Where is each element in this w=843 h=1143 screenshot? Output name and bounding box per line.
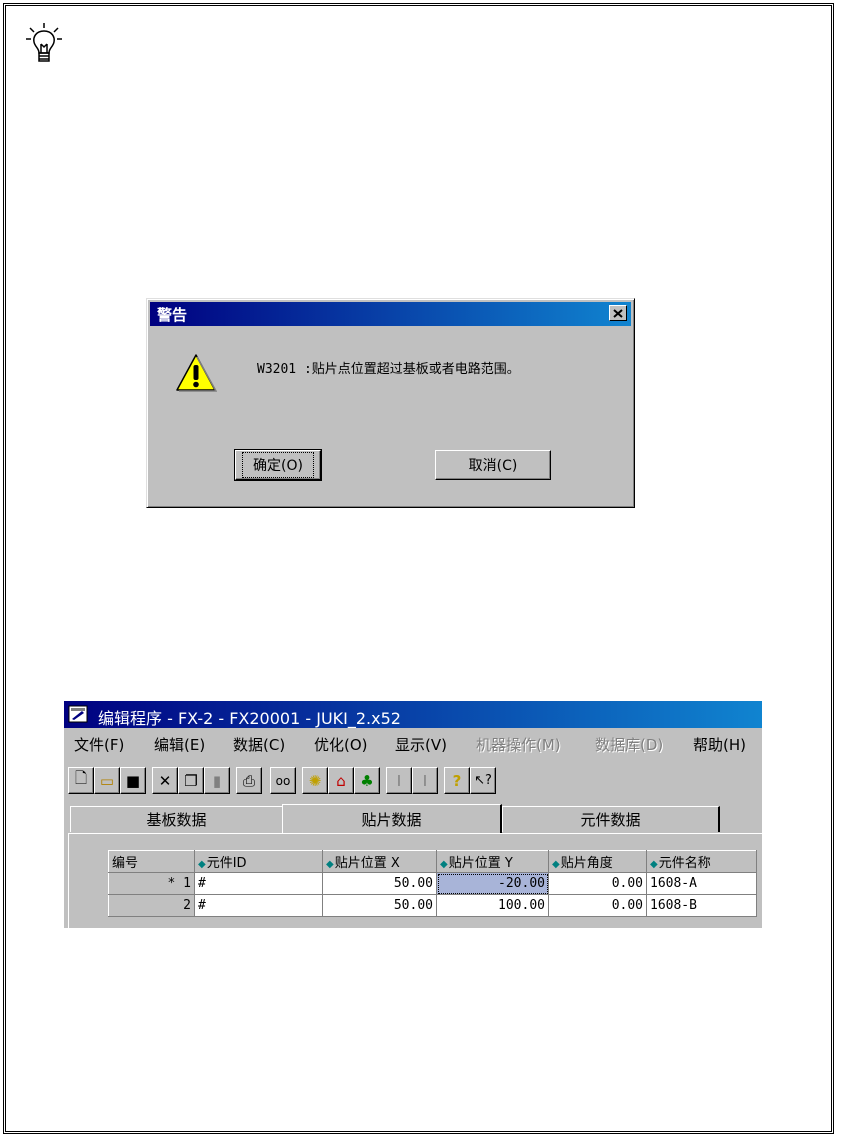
- menu-bar: 文件(F) 编辑(E) 数据(C) 优化(O) 显示(V) 机器操作(M) 数据…: [64, 730, 762, 756]
- sort-icon: ◆: [552, 859, 560, 870]
- delete-button[interactable]: ✕: [152, 767, 178, 794]
- find-button[interactable]: oo: [270, 767, 296, 794]
- col-header-component-name[interactable]: ◆元件名称: [646, 850, 757, 873]
- shapes-icon: ♣: [360, 771, 374, 790]
- col-header-number[interactable]: 编号: [108, 850, 195, 873]
- table-row: 2 # 50.00 100.00 0.00 1608-B: [108, 894, 757, 917]
- row-number[interactable]: 2: [108, 894, 195, 917]
- sort-icon: ◆: [198, 859, 206, 870]
- cell-component-name[interactable]: 1608-B: [646, 894, 757, 917]
- tool-button-1: Ⅰ: [386, 767, 412, 794]
- placement-grid: 编号 ◆元件ID ◆贴片位置 X ◆贴片位置 Y ◆贴片角度 ◆元件名称 * 1…: [108, 850, 757, 917]
- edit-program-window: 编辑程序 - FX-2 - FX20001 - JUKI_2.x52 文件(F)…: [64, 701, 762, 928]
- tab-component-data[interactable]: 元件数据: [502, 806, 720, 832]
- copy-icon: ❐: [184, 771, 198, 790]
- paste-icon: ▮: [212, 771, 222, 790]
- close-icon: [613, 308, 623, 318]
- open-button[interactable]: ▭: [94, 767, 120, 794]
- optimize-button[interactable]: ⌂: [328, 767, 354, 794]
- window-titlebar[interactable]: 编辑程序 - FX-2 - FX20001 - JUKI_2.x52: [64, 701, 762, 728]
- toolbar: 🗋 ▭ ■ ✕ ❐ ▮ ⎙ oo ✺ ⌂ ♣ Ⅰ Ⅰ ? ↖?: [64, 764, 762, 798]
- tab-strip: 基板数据 贴片数据 元件数据: [64, 804, 762, 834]
- lightbulb-icon: [26, 23, 62, 62]
- warning-dialog: 警告 W3201 :贴片点位置超过基板或者电路范围。 确定(O) 取消(C): [146, 298, 635, 508]
- window-title: 编辑程序 - FX-2 - FX20001 - JUKI_2.x52: [98, 709, 401, 728]
- help-button[interactable]: ?: [444, 767, 470, 794]
- menu-optimize[interactable]: 优化(O): [314, 734, 368, 755]
- paste-button: ▮: [204, 767, 230, 794]
- close-button[interactable]: [609, 305, 627, 321]
- sort-icon: ◆: [440, 859, 448, 870]
- sort-icon: ◆: [326, 859, 334, 870]
- cell-pos-y-selected[interactable]: -20.00: [436, 872, 549, 895]
- cell-pos-x[interactable]: 50.00: [322, 872, 437, 895]
- print-button[interactable]: ⎙: [236, 767, 262, 794]
- teach-button[interactable]: ✺: [302, 767, 328, 794]
- cell-component-id[interactable]: #: [194, 872, 323, 895]
- grid-header-row: 编号 ◆元件ID ◆贴片位置 X ◆贴片位置 Y ◆贴片角度 ◆元件名称: [108, 850, 757, 873]
- menu-help[interactable]: 帮助(H): [693, 734, 746, 755]
- open-folder-icon: ▭: [99, 771, 115, 790]
- new-file-icon: 🗋: [74, 769, 88, 787]
- delete-icon: ✕: [158, 771, 172, 790]
- i-beam-icon: Ⅰ: [396, 771, 402, 790]
- dialog-title: 警告: [157, 306, 188, 324]
- optimize-icon: ⌂: [336, 771, 346, 790]
- dialog-titlebar[interactable]: 警告: [150, 302, 631, 326]
- menu-edit[interactable]: 编辑(E): [154, 734, 205, 755]
- table-row: * 1 # 50.00 -20.00 0.00 1608-A: [108, 872, 757, 895]
- binoculars-icon: oo: [275, 773, 291, 788]
- tab-placement-data[interactable]: 贴片数据: [282, 804, 502, 834]
- context-help-button[interactable]: ↖?: [470, 767, 496, 794]
- cancel-button[interactable]: 取消(C): [435, 450, 551, 480]
- sort-icon: ◆: [650, 859, 658, 870]
- save-button[interactable]: ■: [120, 767, 146, 794]
- col-header-pos-y[interactable]: ◆贴片位置 Y: [436, 850, 549, 873]
- cell-pos-y[interactable]: 100.00: [436, 894, 549, 917]
- menu-file[interactable]: 文件(F): [74, 734, 124, 755]
- warning-icon: [176, 354, 217, 392]
- save-icon: ■: [125, 771, 141, 790]
- col-header-component-id[interactable]: ◆元件ID: [194, 850, 323, 873]
- tool-button-2: Ⅰ: [412, 767, 438, 794]
- i-beam-icon-2: Ⅰ: [422, 771, 428, 790]
- question-icon: ?: [452, 771, 462, 790]
- row-number[interactable]: * 1: [108, 872, 195, 895]
- cell-pos-x[interactable]: 50.00: [322, 894, 437, 917]
- menu-machine: 机器操作(M): [476, 736, 561, 754]
- cancel-button-label: 取消(C): [468, 458, 518, 474]
- new-button[interactable]: 🗋: [68, 767, 94, 794]
- print-icon: ⎙: [242, 771, 255, 790]
- component-button[interactable]: ♣: [354, 767, 380, 794]
- cell-component-name[interactable]: 1608-A: [646, 872, 757, 895]
- col-header-angle[interactable]: ◆贴片角度: [548, 850, 647, 873]
- ok-button-label: 确定(O): [242, 452, 314, 478]
- menu-data[interactable]: 数据(C): [233, 734, 285, 755]
- cell-angle[interactable]: 0.00: [548, 872, 647, 895]
- lightbulb-tool-icon: ✺: [308, 771, 322, 790]
- menu-database: 数据库(D): [595, 736, 664, 754]
- page-frame: [3, 3, 834, 1134]
- app-icon: [68, 705, 88, 723]
- col-header-pos-x[interactable]: ◆贴片位置 X: [322, 850, 437, 873]
- pointer-help-icon: ↖?: [474, 773, 492, 788]
- copy-button[interactable]: ❐: [178, 767, 204, 794]
- cell-angle[interactable]: 0.00: [548, 894, 647, 917]
- tab-board-data[interactable]: 基板数据: [70, 806, 284, 832]
- menu-view[interactable]: 显示(V): [395, 734, 447, 755]
- ok-button[interactable]: 确定(O): [234, 449, 322, 481]
- cell-component-id[interactable]: #: [194, 894, 323, 917]
- dialog-message: W3201 :贴片点位置超过基板或者电路范围。: [257, 362, 520, 377]
